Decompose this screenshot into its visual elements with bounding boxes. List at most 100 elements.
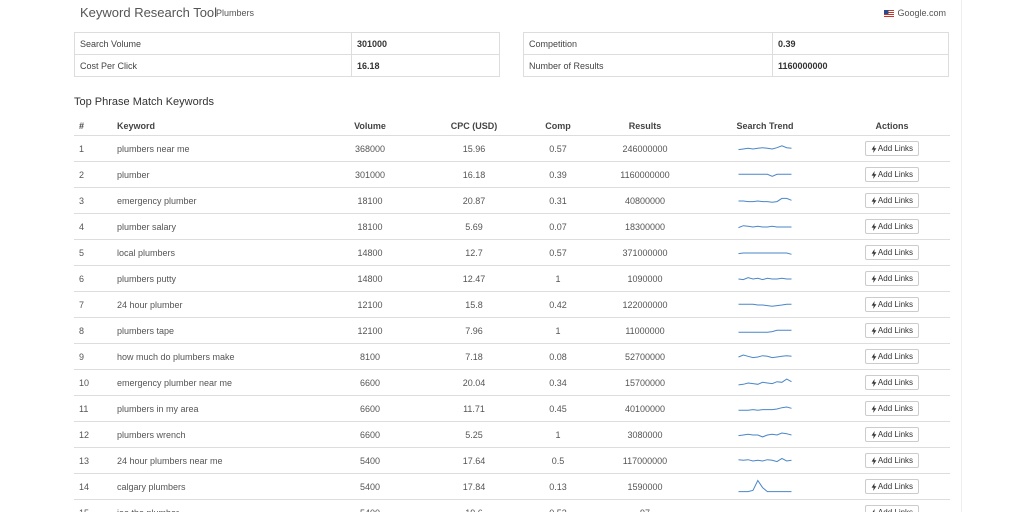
keyword-rank: 14 — [74, 473, 112, 500]
add-links-button[interactable]: Add Links — [864, 219, 920, 234]
keyword-results: 3080000 — [594, 421, 696, 448]
column-header-rank: # — [74, 116, 112, 136]
bolt-icon — [871, 456, 877, 465]
search-trend-cell — [696, 135, 834, 162]
search-trend-sparkline — [738, 378, 792, 385]
search-trend-sparkline — [738, 144, 792, 150]
bolt-icon — [871, 300, 877, 309]
search-trend-cell — [696, 447, 834, 474]
stat-label: Competition — [523, 32, 773, 55]
add-links-button[interactable]: Add Links — [864, 453, 920, 468]
keyword-volume: 5400 — [314, 473, 426, 500]
add-links-label: Add Links — [877, 248, 914, 257]
keyword-cpc: 12.47 — [426, 265, 522, 292]
actions-cell: Add Links — [834, 317, 950, 344]
search-trend-cell — [696, 317, 834, 344]
keyword-comp: 0.5 — [522, 447, 594, 474]
add-links-button[interactable]: Add Links — [864, 245, 920, 260]
keyword-cpc: 16.18 — [426, 161, 522, 188]
keyword-text: joe the plumber — [112, 499, 314, 512]
bolt-icon — [871, 326, 877, 335]
add-links-button[interactable]: Add Links — [864, 375, 920, 390]
search-trend-line — [738, 144, 792, 150]
keyword-cpc: 15.96 — [426, 135, 522, 162]
actions-cell: Add Links — [834, 369, 950, 396]
stat-row: Cost Per Click 16.18 — [74, 54, 500, 77]
keyword-comp: 0.08 — [522, 343, 594, 370]
keyword-results: 1090000 — [594, 265, 696, 292]
search-trend-line — [738, 173, 792, 177]
add-links-label: Add Links — [877, 196, 914, 205]
search-trend-sparkline — [738, 353, 792, 358]
add-links-button[interactable]: Add Links — [864, 167, 920, 182]
search-trend-line — [738, 479, 792, 492]
stats-right: Competition 0.39 Number of Results 11600… — [523, 32, 949, 77]
add-links-button[interactable]: Add Links — [864, 297, 920, 312]
search-trend-sparkline — [738, 431, 792, 437]
keyword-cpc: 7.96 — [426, 317, 522, 344]
search-trend-cell — [696, 395, 834, 422]
bolt-icon — [871, 248, 877, 257]
keyword-cpc: 7.18 — [426, 343, 522, 370]
search-trend-cell — [696, 369, 834, 396]
keyword-comp: 0.31 — [522, 187, 594, 214]
keyword-volume: 12100 — [314, 291, 426, 318]
table-row: 4 plumber salary 18100 5.69 0.07 18300000 Add … — [74, 213, 950, 240]
keyword-results: 1590000 — [594, 473, 696, 500]
search-trend-line — [738, 197, 792, 203]
keyword-cpc: 11.71 — [426, 395, 522, 422]
actions-cell: Add Links — [834, 213, 950, 240]
table-row: 8 plumbers tape 12100 7.96 1 11000000 Add Link… — [74, 317, 950, 344]
keyword-comp: 0.53 — [522, 499, 594, 512]
keyword-text: plumbers in my area — [112, 395, 314, 422]
search-engine-label: Google.com — [897, 8, 946, 18]
add-links-button[interactable]: Add Links — [864, 349, 920, 364]
add-links-label: Add Links — [877, 222, 914, 231]
search-trend-cell — [696, 499, 834, 512]
search-trend-line — [738, 353, 792, 358]
search-engine-selector[interactable]: Google.com — [884, 8, 946, 18]
keyword-volume: 368000 — [314, 135, 426, 162]
keyword-comp: 1 — [522, 317, 594, 344]
keyword-cpc: 20.87 — [426, 187, 522, 214]
search-trend-line — [738, 405, 792, 411]
keyword-text: plumber — [112, 161, 314, 188]
content-divider — [961, 0, 962, 512]
keyword-rank: 7 — [74, 291, 112, 318]
keyword-volume: 14800 — [314, 239, 426, 266]
add-links-label: Add Links — [877, 274, 914, 283]
search-trend-sparkline — [738, 303, 792, 307]
add-links-button[interactable]: Add Links — [864, 427, 920, 442]
add-links-button[interactable]: Add Links — [864, 401, 920, 416]
keyword-cpc: 17.84 — [426, 473, 522, 500]
add-links-button[interactable]: Add Links — [864, 141, 920, 156]
actions-cell: Add Links — [834, 395, 950, 422]
keyword-volume: 6600 — [314, 369, 426, 396]
add-links-label: Add Links — [877, 326, 914, 335]
column-header-comp: Comp — [522, 116, 594, 136]
keyword-comp: 0.42 — [522, 291, 594, 318]
keyword-results: 117000000 — [594, 447, 696, 474]
search-trend-sparkline — [738, 252, 792, 255]
table-row: 9 how much do plumbers make 8100 7.18 0.08 52… — [74, 343, 950, 370]
add-links-button[interactable]: Add Links — [864, 193, 920, 208]
keyword-rank: 9 — [74, 343, 112, 370]
keyword-rank: 8 — [74, 317, 112, 344]
search-trend-sparkline — [738, 173, 792, 177]
add-links-button[interactable]: Add Links — [864, 479, 920, 494]
add-links-button[interactable]: Add Links — [864, 271, 920, 286]
keyword-results: 52700000 — [594, 343, 696, 370]
search-trend-cell — [696, 187, 834, 214]
keyword-text: emergency plumber — [112, 187, 314, 214]
add-links-button[interactable]: Add Links — [864, 323, 920, 338]
keyword-volume: 12100 — [314, 317, 426, 344]
keyword-rank: 12 — [74, 421, 112, 448]
keyword-results: 15700000 — [594, 369, 696, 396]
add-links-button[interactable]: Add Links — [864, 505, 920, 512]
keyword-rank: 13 — [74, 447, 112, 474]
table-row: 2 plumber 301000 16.18 0.39 1160000000 Add Lin… — [74, 161, 950, 188]
keyword-results: 122000000 — [594, 291, 696, 318]
search-trend-line — [738, 457, 792, 462]
table-row: 5 local plumbers 14800 12.7 0.57 371000000 Add… — [74, 239, 950, 266]
keyword-volume: 5400 — [314, 447, 426, 474]
